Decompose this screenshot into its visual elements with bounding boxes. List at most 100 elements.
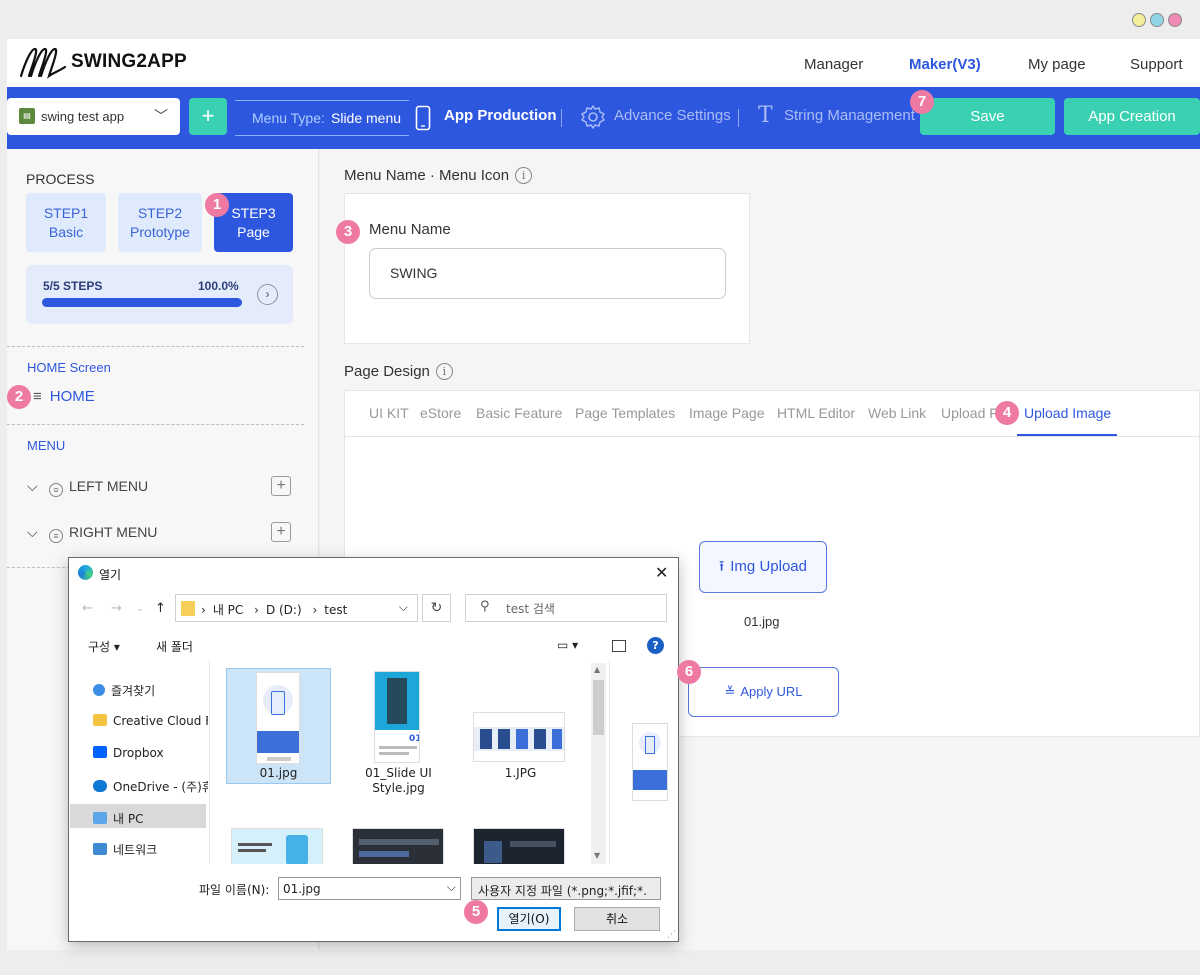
app-select-value: swing test app xyxy=(41,109,125,124)
nav-support[interactable]: Support xyxy=(1130,56,1183,73)
file-item[interactable]: 01 01_Slide UI Style.jpg xyxy=(346,668,451,798)
nav-network[interactable]: 네트워크 xyxy=(93,841,208,858)
file-thumbnail xyxy=(473,712,565,762)
upload-icon: ⭱ xyxy=(719,558,725,575)
menu-name-card: Menu Name SWING xyxy=(344,193,750,344)
preview-image xyxy=(632,723,668,801)
nav-favorites[interactable]: 즐겨찾기 xyxy=(93,682,208,699)
step-number: STEP2 xyxy=(137,205,183,221)
file-list-scrollbar[interactable]: ▲ ▼ xyxy=(591,663,606,864)
menu-name-input[interactable]: SWING xyxy=(369,248,726,299)
step-number: STEP1 xyxy=(43,205,89,221)
tab-basic-feature[interactable]: Basic Feature xyxy=(476,405,562,421)
tree-item-right-menu[interactable]: ⌵ ≡ RIGHT MENU xyxy=(27,524,157,543)
chevron-down-icon[interactable]: ⌵ xyxy=(447,880,456,895)
brand-name[interactable]: SWING2APP xyxy=(71,51,187,73)
browser-icon xyxy=(78,565,93,580)
menu-name-label: Menu Name xyxy=(369,221,451,238)
info-icon[interactable]: i xyxy=(435,363,453,380)
chevron-right-icon[interactable]: › xyxy=(257,284,278,305)
address-bar[interactable]: › 내 PC › D (D:) › test ⌵ xyxy=(175,594,418,622)
forward-arrow-icon[interactable]: → xyxy=(111,601,122,616)
chevron-down-icon[interactable]: ⌵ xyxy=(27,524,45,541)
search-input[interactable]: ⚲ test 검색 xyxy=(465,594,667,622)
add-menu-icon[interactable]: + xyxy=(271,522,291,542)
step1-basic[interactable]: STEP1 Basic xyxy=(26,193,106,252)
tab-image-page[interactable]: Image Page xyxy=(689,405,765,421)
progress-steps: 5/5 STEPS xyxy=(43,279,103,293)
up-arrow-icon[interactable]: ↑ xyxy=(155,601,166,616)
file-thumbnail xyxy=(473,828,565,864)
file-item[interactable] xyxy=(473,828,565,864)
nav-dropbox[interactable]: Dropbox xyxy=(93,746,208,760)
nav-maker[interactable]: Maker(V3) xyxy=(909,56,981,73)
add-app-button[interactable]: + xyxy=(189,98,227,135)
view-options-icon[interactable]: ▭ ▾ xyxy=(557,638,578,652)
refresh-icon[interactable]: ↻ xyxy=(422,594,451,622)
open-button[interactable]: 열기(O) xyxy=(497,907,561,931)
window-dot-blue[interactable] xyxy=(1150,13,1164,27)
file-type-select[interactable]: 사용자 지정 파일 (*.png;*.jfif;*. xyxy=(471,877,661,900)
scrollbar-thumb[interactable] xyxy=(593,680,604,735)
menu-type-selector[interactable]: Menu Type: Slide menu xyxy=(235,100,409,136)
step-badge-6: 6 xyxy=(677,660,701,684)
file-item[interactable]: 1.JPG xyxy=(468,668,573,784)
breadcrumb-folder[interactable]: test xyxy=(324,603,347,617)
tab-estore[interactable]: eStore xyxy=(420,405,461,421)
organize-menu[interactable]: 구성 ▾ xyxy=(88,638,120,655)
nav-manager[interactable]: Manager xyxy=(804,56,863,73)
file-name-input[interactable]: 01.jpg ⌵ xyxy=(278,877,461,900)
nav-creative-cloud[interactable]: Creative Cloud Fi xyxy=(93,714,208,728)
resize-grip-icon[interactable]: ⋰ xyxy=(667,930,676,940)
nav-my-page[interactable]: My page xyxy=(1028,56,1086,73)
preview-pane-icon[interactable] xyxy=(612,640,626,652)
tab-page-templates[interactable]: Page Templates xyxy=(575,405,675,421)
back-arrow-icon[interactable]: ← xyxy=(82,601,93,616)
scroll-up-icon[interactable]: ▲ xyxy=(594,665,600,674)
new-folder-button[interactable]: 새 폴더 xyxy=(156,638,193,655)
apply-url-button[interactable]: ≚ Apply URL xyxy=(688,667,839,717)
uploaded-file-name: 01.jpg xyxy=(744,614,780,629)
logo-icon[interactable] xyxy=(17,43,69,81)
tab-string-management[interactable]: String Management xyxy=(784,107,915,124)
section-title-text: Page Design xyxy=(344,363,430,380)
cloud-icon xyxy=(93,780,107,792)
window-dot-pink[interactable] xyxy=(1168,13,1182,27)
chevron-down-icon[interactable]: ⌵ xyxy=(27,478,45,495)
tab-html-editor[interactable]: HTML Editor xyxy=(777,405,855,421)
menu-type-value: Slide menu xyxy=(331,110,402,126)
nav-label: 즐겨찾기 xyxy=(111,684,156,698)
sidebar-item-home[interactable]: ≡ HOME xyxy=(33,388,95,405)
file-item[interactable]: 01.jpg xyxy=(226,668,331,784)
tab-upload-image[interactable]: Upload Image xyxy=(1024,405,1111,421)
cancel-button[interactable]: 취소 xyxy=(574,907,660,931)
history-chevron-icon[interactable]: ⌄ xyxy=(136,604,144,614)
tab-app-production[interactable]: App Production xyxy=(444,107,557,124)
chevron-down-icon[interactable]: ⌵ xyxy=(399,600,408,615)
nav-onedrive[interactable]: OneDrive - (주)휴 xyxy=(93,778,208,795)
breadcrumb-pc[interactable]: 내 PC xyxy=(213,603,243,617)
window-dot-yellow[interactable] xyxy=(1132,13,1146,27)
progress-bar xyxy=(42,298,242,307)
tab-advance-settings[interactable]: Advance Settings xyxy=(614,107,731,124)
breadcrumb-separator: › xyxy=(254,603,259,617)
tab-upload-file[interactable]: Upload F xyxy=(941,405,998,421)
app-creation-button[interactable]: App Creation xyxy=(1064,98,1200,135)
tab-ui-kit[interactable]: UI KIT xyxy=(369,405,409,421)
scroll-down-icon[interactable]: ▼ xyxy=(594,851,600,860)
nav-this-pc[interactable]: 내 PC xyxy=(93,810,208,827)
save-button[interactable]: Save xyxy=(920,98,1055,135)
tree-item-left-menu[interactable]: ⌵ ≡ LEFT MENU xyxy=(27,478,148,497)
tab-web-link[interactable]: Web Link xyxy=(868,405,926,421)
file-item[interactable] xyxy=(231,828,323,864)
info-icon[interactable]: i xyxy=(515,167,533,184)
file-item[interactable] xyxy=(352,828,444,864)
app-select[interactable]: ▤ swing test app ﹀ xyxy=(7,98,180,135)
img-upload-button[interactable]: ⭱ Img Upload xyxy=(699,541,827,593)
help-icon[interactable]: ? xyxy=(647,637,664,654)
step2-prototype[interactable]: STEP2 Prototype xyxy=(118,193,202,252)
add-menu-icon[interactable]: + xyxy=(271,476,291,496)
breadcrumb-drive[interactable]: D (D:) xyxy=(266,603,302,617)
close-icon[interactable]: ✕ xyxy=(655,563,668,582)
network-icon xyxy=(93,843,107,855)
